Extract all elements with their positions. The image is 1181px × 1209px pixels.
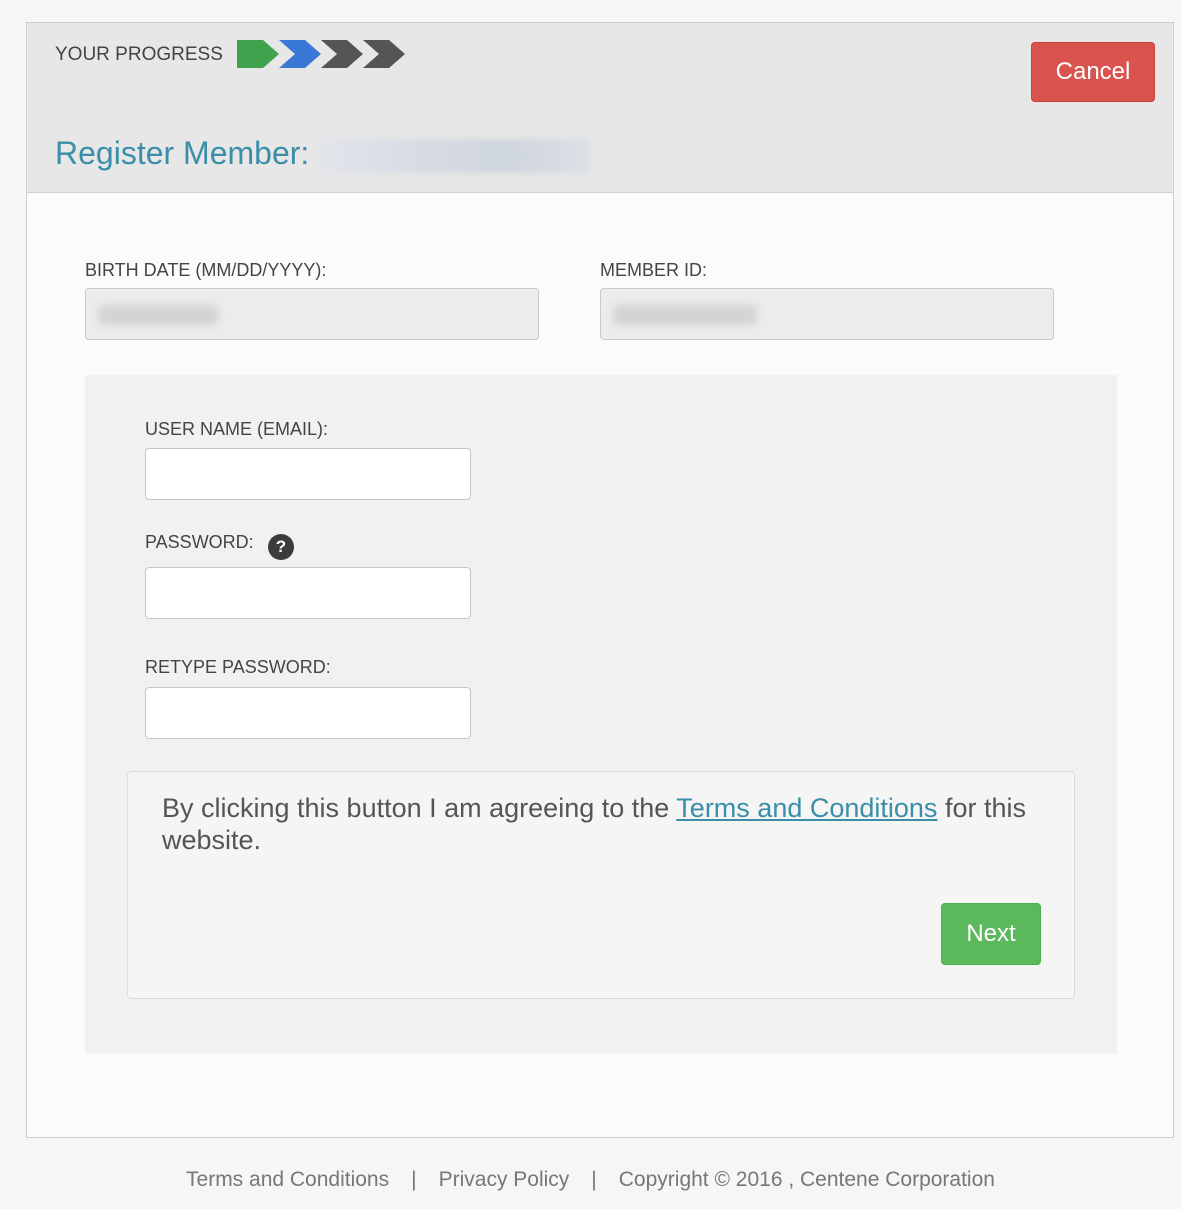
birth-date-field — [85, 288, 539, 340]
password-label: PASSWORD: — [145, 532, 254, 552]
footer-terms-link[interactable]: Terms and Conditions — [186, 1168, 389, 1191]
agreement-box: By clicking this button I am agreeing to… — [127, 771, 1075, 999]
username-label: USER NAME (EMAIL): — [145, 419, 329, 439]
agreement-text: By clicking this button I am agreeing to… — [162, 792, 1042, 856]
member-id-label: MEMBER ID: — [600, 260, 708, 280]
help-icon[interactable]: ? — [268, 534, 294, 560]
agreement-text-start: By clicking this button I am agreeing to… — [162, 793, 677, 823]
birth-date-redacted — [98, 305, 218, 325]
footer-separator: | — [591, 1168, 597, 1191]
username-input[interactable] — [145, 448, 471, 500]
progress-step-4-icon — [363, 40, 405, 68]
credentials-section: USER NAME (EMAIL): PASSWORD: ? RETYPE PA… — [85, 375, 1117, 1053]
password-input[interactable] — [145, 567, 471, 619]
progress-step-1-icon — [237, 40, 279, 68]
footer-privacy-link[interactable]: Privacy Policy — [439, 1168, 570, 1191]
member-id-field — [600, 288, 1054, 340]
footer-separator: | — [411, 1168, 417, 1191]
progress-step-2-icon — [279, 40, 321, 68]
member-name-redacted — [317, 139, 589, 173]
progress-indicator — [237, 40, 405, 68]
next-button[interactable]: Next — [941, 903, 1041, 965]
terms-link[interactable]: Terms and Conditions — [676, 793, 937, 823]
footer-copyright: Copyright © 2016 , Centene Corporation — [618, 1168, 995, 1191]
member-id-redacted — [613, 305, 757, 325]
birth-date-label: BIRTH DATE (MM/DD/YYYY): — [85, 260, 327, 280]
cancel-button[interactable]: Cancel — [1031, 42, 1155, 102]
page-title: Register Member: — [55, 135, 310, 171]
retype-password-label: RETYPE PASSWORD: — [145, 657, 331, 677]
footer: Terms and Conditions | Privacy Policy | Copy… — [0, 1168, 1181, 1192]
panel-header: YOUR PROGRESS Cancel Register Member: — [27, 23, 1173, 193]
registration-panel: YOUR PROGRESS Cancel Register Member: BI… — [26, 22, 1174, 1138]
retype-password-input[interactable] — [145, 687, 471, 739]
progress-step-3-icon — [321, 40, 363, 68]
progress-label: YOUR PROGRESS — [55, 44, 223, 65]
